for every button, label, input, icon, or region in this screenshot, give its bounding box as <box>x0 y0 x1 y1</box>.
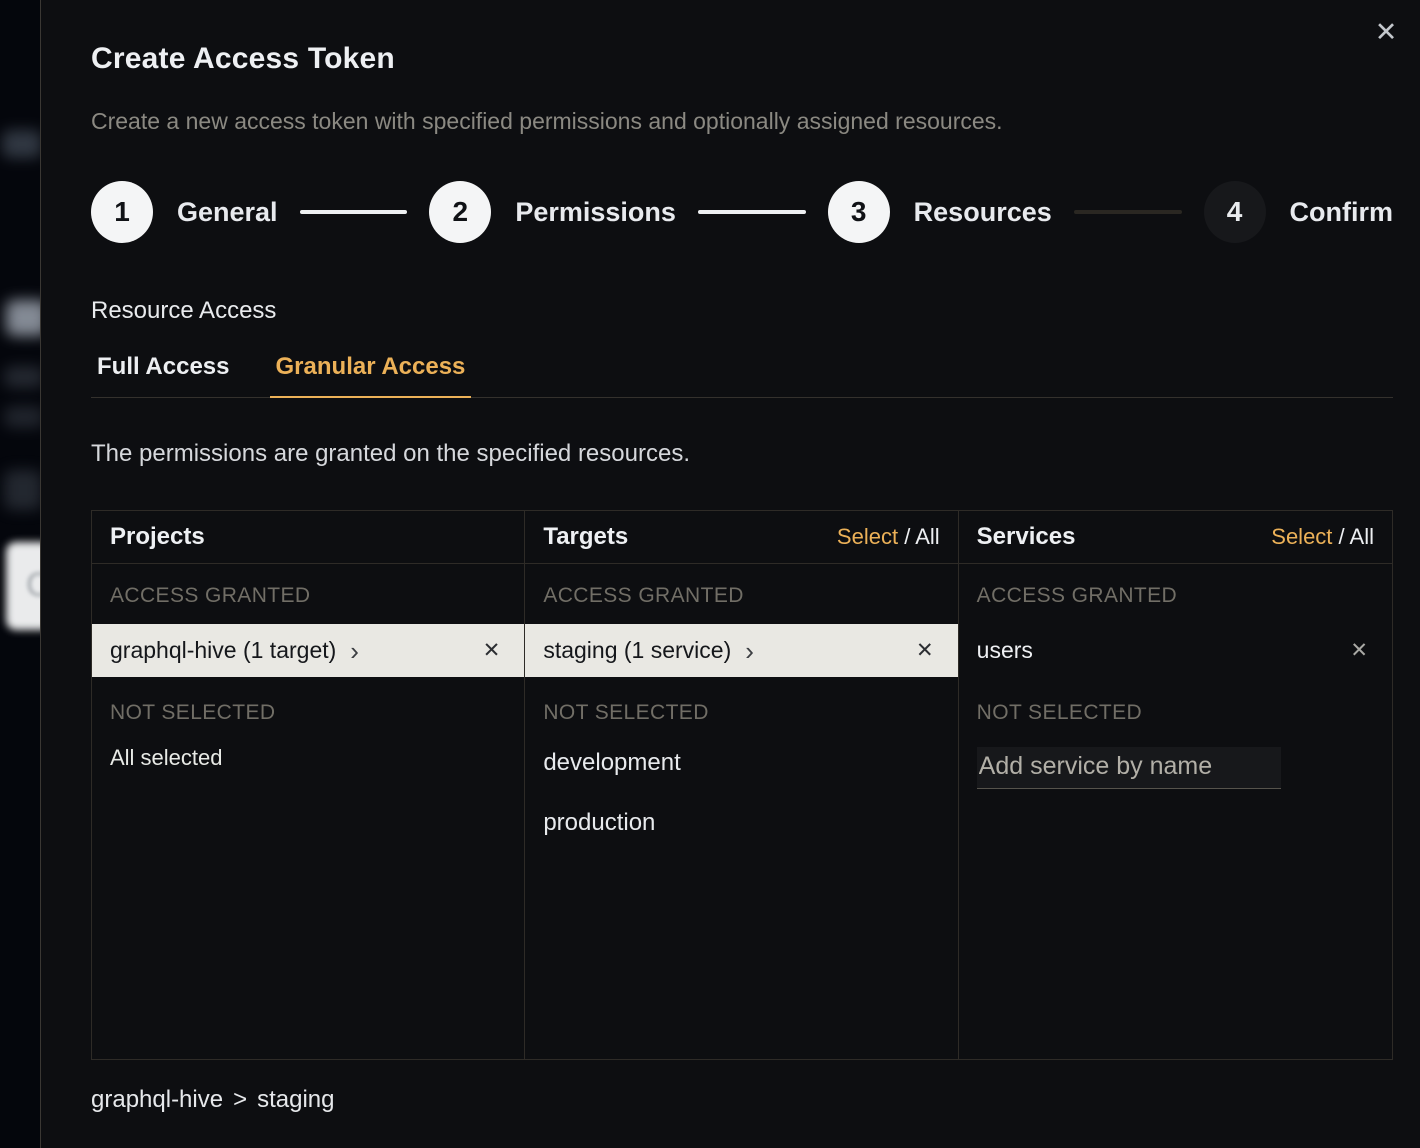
breadcrumb-separator: > <box>233 1086 247 1113</box>
granted-service-row[interactable]: users ✕ <box>959 624 1392 677</box>
column-title: Services <box>977 523 1076 551</box>
add-service-input[interactable] <box>977 747 1281 789</box>
step-label: Resources <box>914 197 1052 228</box>
breadcrumb-project: graphql-hive <box>91 1086 223 1113</box>
step-number-circle: 2 <box>429 181 491 243</box>
select-all-controls: Select / All <box>837 524 940 550</box>
step-connector <box>1074 210 1182 214</box>
wizard-stepper: 1 General 2 Permissions 3 Resources 4 Co… <box>91 181 1393 243</box>
select-all-separator: / <box>898 524 915 549</box>
granted-target-row[interactable]: staging (1 service) › ✕ <box>525 624 957 677</box>
step-number-circle: 4 <box>1204 181 1266 243</box>
not-selected-label: NOT SELECTED <box>110 701 506 725</box>
granted-project-label: graphql-hive (1 target) <box>110 637 336 664</box>
step-label: Confirm <box>1290 197 1394 228</box>
not-selected-label: NOT SELECTED <box>977 701 1374 725</box>
create-access-token-modal: ✕ Create Access Token Create a new acces… <box>40 0 1420 1148</box>
page-backdrop: C <box>0 0 40 1148</box>
backdrop-blur-blob <box>2 130 40 158</box>
close-icon[interactable]: ✕ <box>1370 16 1402 48</box>
breadcrumb: graphql-hive > staging <box>91 1086 1392 1114</box>
step-label: Permissions <box>515 197 676 228</box>
step-permissions[interactable]: 2 Permissions <box>429 181 676 243</box>
access-granted-label: ACCESS GRANTED <box>110 584 506 608</box>
remove-service-icon[interactable]: ✕ <box>1350 638 1368 663</box>
granted-project-row[interactable]: graphql-hive (1 target) › ✕ <box>92 624 524 677</box>
select-all-targets-link[interactable]: All <box>915 524 939 549</box>
granular-access-description: The permissions are granted on the speci… <box>91 440 1392 468</box>
target-item-development[interactable]: development <box>525 741 957 785</box>
target-item-production[interactable]: production <box>525 801 957 845</box>
step-number-circle: 1 <box>91 181 153 243</box>
access-mode-tabs: Full Access Granular Access <box>91 353 1393 398</box>
backdrop-blur-glyph: C <box>26 566 40 605</box>
granted-service-label: users <box>977 637 1033 664</box>
targets-column: Targets Select / All ACCESS GRANTED stag… <box>525 511 958 1059</box>
services-column-header: Services Select / All <box>959 511 1392 564</box>
remove-project-icon[interactable]: ✕ <box>483 638 501 663</box>
select-all-controls: Select / All <box>1271 524 1374 550</box>
not-selected-label: NOT SELECTED <box>543 701 939 725</box>
backdrop-blur-blob <box>4 470 40 510</box>
step-label: General <box>177 197 278 228</box>
column-title: Targets <box>543 523 628 551</box>
backdrop-blur-blob <box>6 300 40 336</box>
tab-full-access[interactable]: Full Access <box>91 353 236 397</box>
page-title: Create Access Token <box>91 42 1392 76</box>
column-title: Projects <box>110 523 205 551</box>
step-general[interactable]: 1 General <box>91 181 278 243</box>
select-services-link[interactable]: Select <box>1271 524 1332 549</box>
projects-column: Projects ACCESS GRANTED graphql-hive (1 … <box>92 511 525 1059</box>
resource-access-heading: Resource Access <box>91 297 1392 325</box>
select-all-services-link[interactable]: All <box>1350 524 1374 549</box>
select-targets-link[interactable]: Select <box>837 524 898 549</box>
access-granted-label: ACCESS GRANTED <box>543 584 939 608</box>
chevron-right-icon: › <box>350 638 359 664</box>
breadcrumb-target: staging <box>257 1086 334 1113</box>
step-connector <box>300 210 408 214</box>
resource-selection-table: Projects ACCESS GRANTED graphql-hive (1 … <box>91 510 1393 1060</box>
select-all-separator: / <box>1332 524 1349 549</box>
step-resources[interactable]: 3 Resources <box>828 181 1052 243</box>
modal-subtitle: Create a new access token with specified… <box>91 108 1392 135</box>
targets-column-header: Targets Select / All <box>525 511 957 564</box>
tab-granular-access[interactable]: Granular Access <box>270 353 472 397</box>
backdrop-blur-blob <box>4 406 40 428</box>
remove-target-icon[interactable]: ✕ <box>916 638 934 663</box>
step-confirm[interactable]: 4 Confirm <box>1204 181 1394 243</box>
chevron-right-icon: › <box>745 638 754 664</box>
services-column: Services Select / All ACCESS GRANTED use… <box>959 511 1392 1059</box>
step-number-circle: 3 <box>828 181 890 243</box>
granted-target-label: staging (1 service) <box>543 637 731 664</box>
access-granted-label: ACCESS GRANTED <box>977 584 1374 608</box>
step-connector <box>698 210 806 214</box>
all-selected-note: All selected <box>110 745 506 771</box>
backdrop-blur-blob <box>4 366 40 388</box>
projects-column-header: Projects <box>92 511 524 564</box>
